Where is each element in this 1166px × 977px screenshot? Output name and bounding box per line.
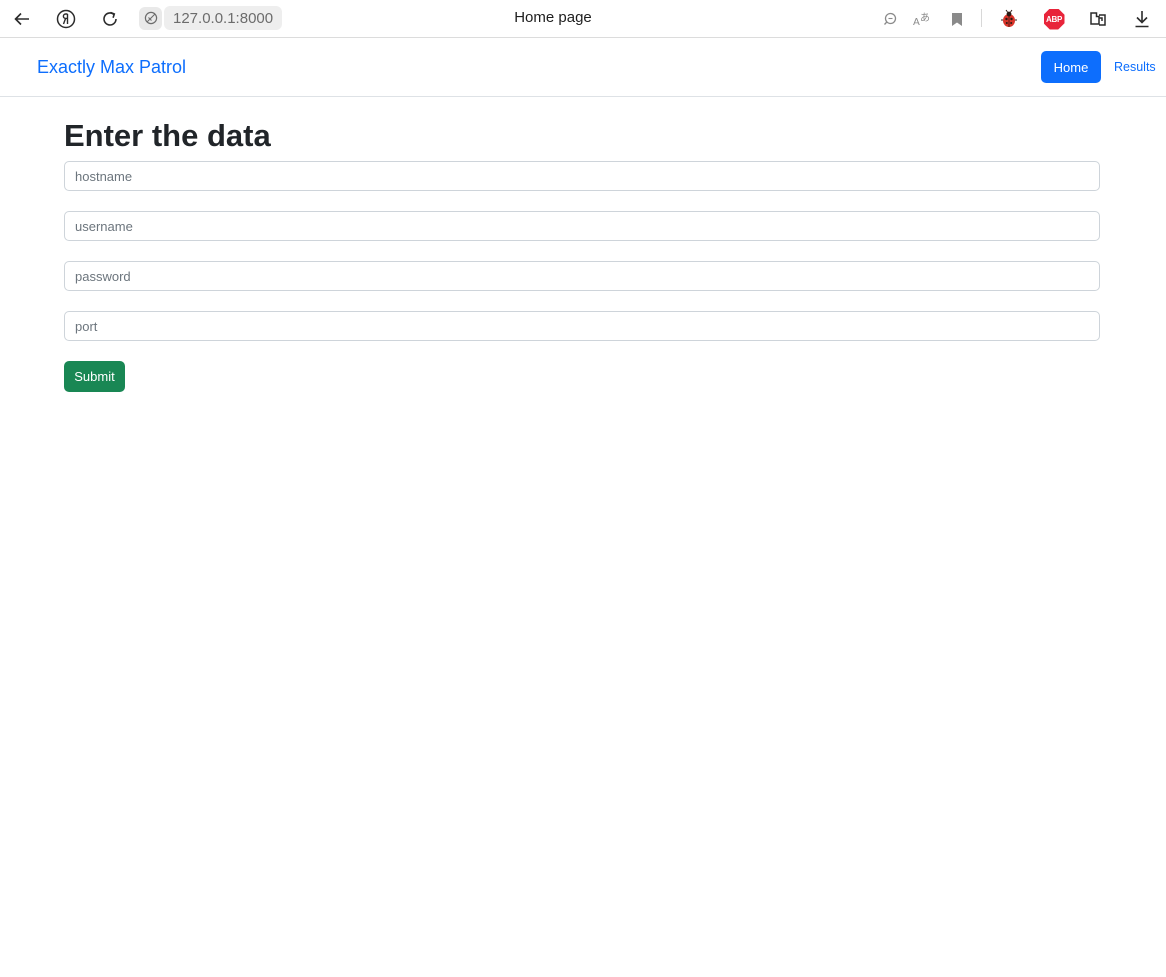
- translate-icon[interactable]: Aあ: [910, 7, 934, 31]
- brand-link[interactable]: Exactly Max Patrol: [37, 57, 186, 78]
- ladybug-extension-icon[interactable]: [997, 7, 1021, 31]
- yandex-icon[interactable]: [54, 7, 78, 31]
- site-info-icon[interactable]: [139, 6, 162, 30]
- extensions-icon[interactable]: [1086, 7, 1110, 31]
- main-content: Enter the data Submit: [64, 116, 1100, 392]
- download-icon[interactable]: [1130, 7, 1154, 31]
- tab-title: Home page: [514, 9, 592, 26]
- comment-icon[interactable]: [878, 7, 902, 31]
- nav-link-results[interactable]: Results: [1114, 60, 1156, 74]
- browser-toolbar: 127.0.0.1:8000 Home page Aあ ABP: [0, 0, 1166, 38]
- bookmark-icon[interactable]: [945, 7, 969, 31]
- back-arrow-icon[interactable]: [10, 7, 34, 31]
- toolbar-divider: [981, 9, 982, 27]
- hostname-input[interactable]: [64, 161, 1100, 191]
- svg-text:A: A: [913, 17, 920, 28]
- nav-link-home[interactable]: Home: [1041, 51, 1101, 83]
- reload-icon[interactable]: [98, 7, 122, 31]
- data-entry-form: Submit: [64, 161, 1100, 392]
- svg-text:あ: あ: [920, 12, 930, 24]
- page-title: Enter the data: [64, 118, 271, 153]
- navbar: Exactly Max Patrol Home Results: [0, 39, 1166, 97]
- password-input[interactable]: [64, 261, 1100, 291]
- address-bar[interactable]: 127.0.0.1:8000: [139, 6, 283, 30]
- adblock-plus-label: ABP: [1043, 8, 1065, 30]
- url-text[interactable]: 127.0.0.1:8000: [164, 6, 283, 30]
- submit-button[interactable]: Submit: [64, 361, 125, 392]
- adblock-plus-icon[interactable]: ABP: [1042, 7, 1066, 31]
- username-input[interactable]: [64, 211, 1100, 241]
- port-input[interactable]: [64, 311, 1100, 341]
